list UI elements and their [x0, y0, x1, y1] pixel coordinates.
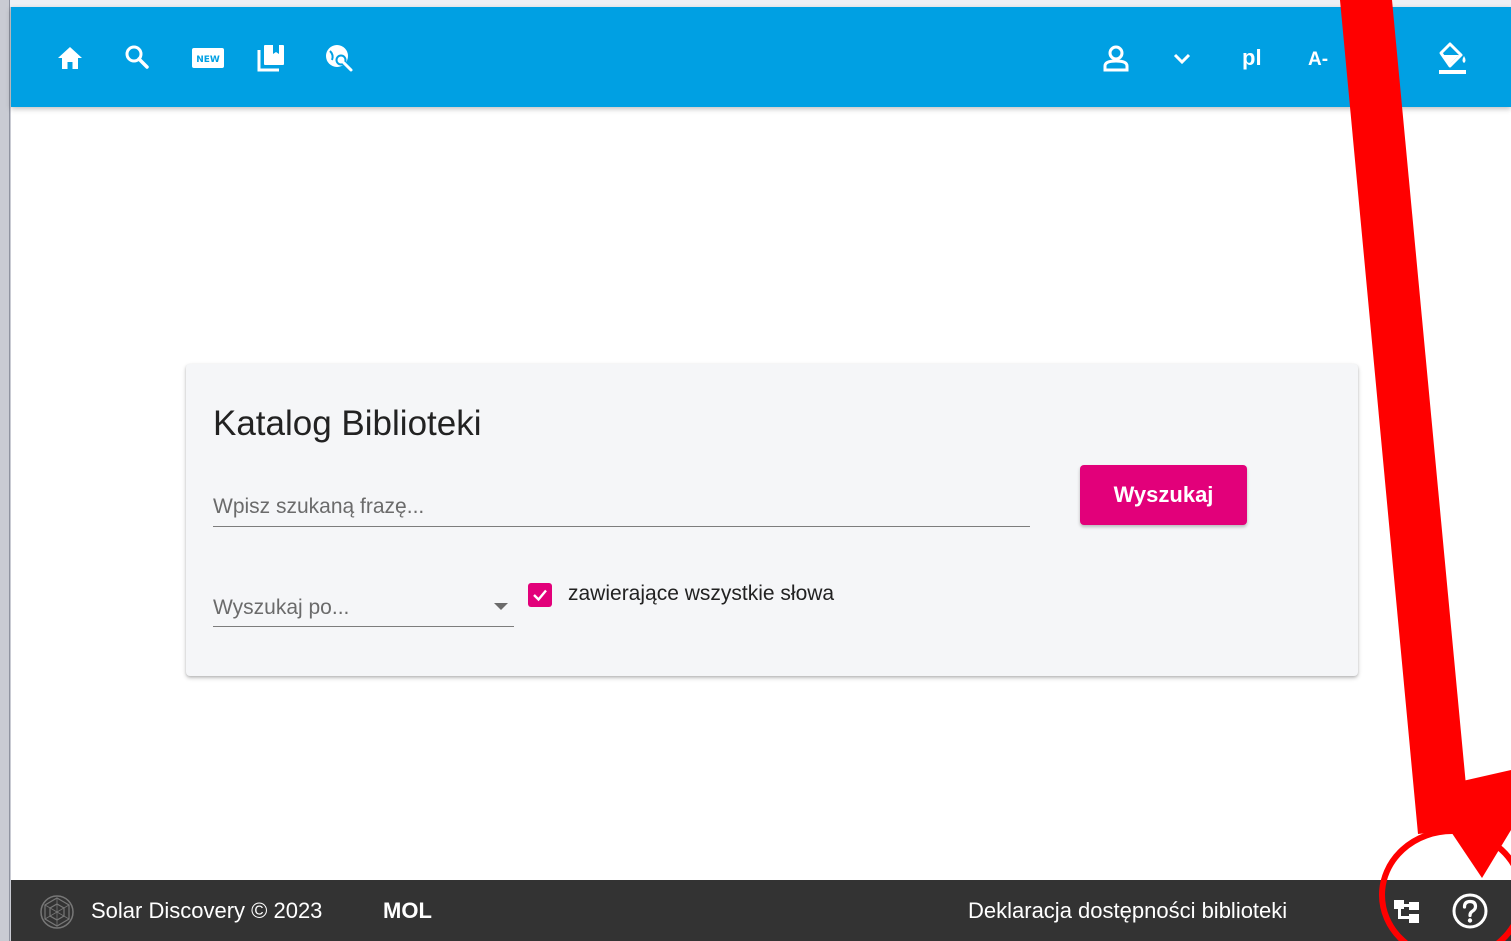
search-input[interactable] — [213, 492, 1030, 522]
accessibility-declaration-link[interactable]: Deklaracja dostępności biblioteki — [968, 898, 1287, 924]
dropdown-arrow-icon — [494, 603, 508, 610]
search-button[interactable]: Wyszukaj — [1080, 465, 1247, 525]
footer: Solar Discovery © 2023 MOL Deklaracja do… — [11, 880, 1511, 941]
new-badge-icon[interactable]: NEW — [191, 47, 225, 69]
window-frame-left — [0, 0, 10, 941]
solar-logo-icon — [39, 894, 75, 935]
all-words-label: zawierające wszystkie słowa — [568, 582, 835, 605]
home-icon[interactable] — [56, 44, 84, 72]
search-card: Katalog Biblioteki Wyszukaj Wyszukaj po.… — [186, 364, 1358, 676]
contrast-icon[interactable] — [1435, 38, 1469, 76]
checkmark-icon — [533, 589, 547, 602]
search-by-select[interactable]: Wyszukaj po... — [213, 586, 514, 627]
help-icon[interactable] — [1451, 892, 1489, 935]
sitemap-icon[interactable] — [1393, 899, 1423, 930]
search-field-container — [213, 486, 1030, 527]
search-by-placeholder: Wyszukaj po... — [213, 596, 350, 619]
svg-text:NEW: NEW — [196, 55, 220, 65]
app-window: NEW pl A- A+ Katalog Biblioteki Wyszukaj… — [11, 7, 1511, 941]
footer-organization: MOL — [383, 898, 432, 923]
footer-product-name: Solar Discovery © 2023 — [91, 898, 323, 923]
chevron-down-icon[interactable] — [1171, 49, 1193, 69]
page-title: Katalog Biblioteki — [213, 404, 482, 443]
font-decrease-button[interactable]: A- — [1308, 47, 1328, 73]
top-navigation-bar: NEW pl A- A+ — [11, 7, 1511, 107]
language-switcher[interactable]: pl — [1242, 45, 1262, 71]
user-icon[interactable] — [1101, 43, 1131, 73]
all-words-checkbox[interactable] — [528, 583, 552, 607]
search-globe-icon[interactable] — [323, 42, 355, 74]
collections-icon[interactable] — [255, 42, 287, 74]
font-increase-button[interactable]: A+ — [1371, 47, 1396, 73]
search-icon[interactable] — [123, 43, 151, 71]
window-frame-top — [10, 0, 1511, 7]
